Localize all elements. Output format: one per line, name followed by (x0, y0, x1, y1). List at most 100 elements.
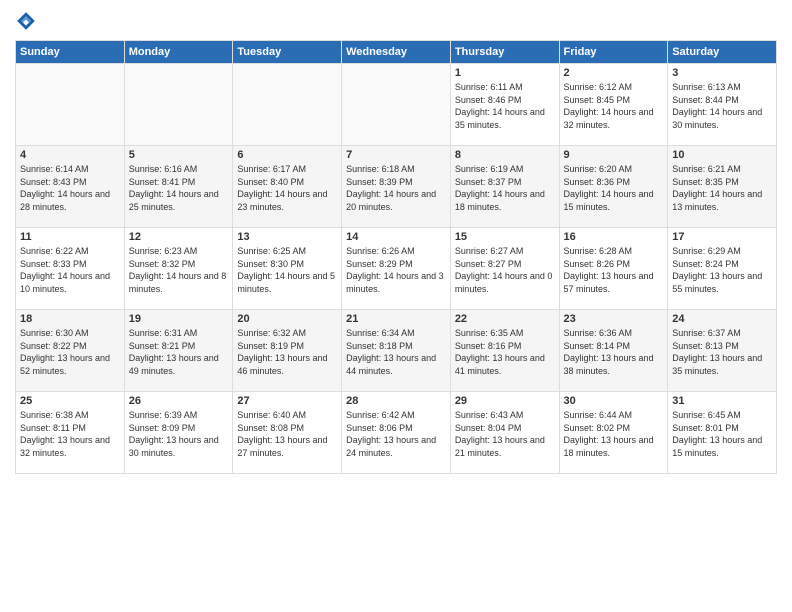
day-number: 1 (455, 67, 555, 79)
calendar-cell: 6 Sunrise: 6:17 AM Sunset: 8:40 PM Daylig… (233, 146, 342, 228)
day-info: Sunrise: 6:21 AM Sunset: 8:35 PM Dayligh… (672, 163, 772, 213)
day-info: Sunrise: 6:19 AM Sunset: 8:37 PM Dayligh… (455, 163, 555, 213)
calendar-cell: 7 Sunrise: 6:18 AM Sunset: 8:39 PM Daylig… (342, 146, 451, 228)
logo-icon (15, 10, 37, 32)
calendar-cell: 26 Sunrise: 6:39 AM Sunset: 8:09 PM Dayli… (124, 392, 233, 474)
day-info: Sunrise: 6:12 AM Sunset: 8:45 PM Dayligh… (564, 81, 664, 131)
day-number: 26 (129, 395, 229, 407)
calendar-table: SundayMondayTuesdayWednesdayThursdayFrid… (15, 40, 777, 474)
day-number: 12 (129, 231, 229, 243)
calendar-cell: 2 Sunrise: 6:12 AM Sunset: 8:45 PM Daylig… (559, 64, 668, 146)
day-info: Sunrise: 6:17 AM Sunset: 8:40 PM Dayligh… (237, 163, 337, 213)
calendar-week-row: 18 Sunrise: 6:30 AM Sunset: 8:22 PM Dayli… (16, 310, 777, 392)
calendar-cell (233, 64, 342, 146)
day-number: 9 (564, 149, 664, 161)
calendar-cell: 29 Sunrise: 6:43 AM Sunset: 8:04 PM Dayli… (450, 392, 559, 474)
day-info: Sunrise: 6:16 AM Sunset: 8:41 PM Dayligh… (129, 163, 229, 213)
calendar-cell: 28 Sunrise: 6:42 AM Sunset: 8:06 PM Dayli… (342, 392, 451, 474)
calendar-day-header: Sunday (16, 41, 125, 64)
day-number: 28 (346, 395, 446, 407)
day-number: 16 (564, 231, 664, 243)
day-number: 3 (672, 67, 772, 79)
day-info: Sunrise: 6:30 AM Sunset: 8:22 PM Dayligh… (20, 327, 120, 377)
day-number: 23 (564, 313, 664, 325)
day-number: 31 (672, 395, 772, 407)
calendar-cell: 17 Sunrise: 6:29 AM Sunset: 8:24 PM Dayli… (668, 228, 777, 310)
calendar-day-header: Monday (124, 41, 233, 64)
day-number: 25 (20, 395, 120, 407)
day-info: Sunrise: 6:13 AM Sunset: 8:44 PM Dayligh… (672, 81, 772, 131)
day-number: 2 (564, 67, 664, 79)
calendar-cell (124, 64, 233, 146)
calendar-header-row: SundayMondayTuesdayWednesdayThursdayFrid… (16, 41, 777, 64)
day-info: Sunrise: 6:26 AM Sunset: 8:29 PM Dayligh… (346, 245, 446, 295)
day-info: Sunrise: 6:39 AM Sunset: 8:09 PM Dayligh… (129, 409, 229, 459)
day-info: Sunrise: 6:35 AM Sunset: 8:16 PM Dayligh… (455, 327, 555, 377)
day-number: 8 (455, 149, 555, 161)
calendar-cell: 3 Sunrise: 6:13 AM Sunset: 8:44 PM Daylig… (668, 64, 777, 146)
calendar-cell (16, 64, 125, 146)
calendar-week-row: 25Sunrise: 6:38 AM Sunset: 8:11 PM Dayli… (16, 392, 777, 474)
calendar-cell: 18 Sunrise: 6:30 AM Sunset: 8:22 PM Dayli… (16, 310, 125, 392)
calendar-cell: 31 Sunrise: 6:45 AM Sunset: 8:01 PM Dayli… (668, 392, 777, 474)
day-info: Sunrise: 6:36 AM Sunset: 8:14 PM Dayligh… (564, 327, 664, 377)
day-number: 14 (346, 231, 446, 243)
day-number: 6 (237, 149, 337, 161)
day-info: Sunrise: 6:37 AM Sunset: 8:13 PM Dayligh… (672, 327, 772, 377)
calendar-cell: 22Sunrise: 6:35 AM Sunset: 8:16 PM Dayli… (450, 310, 559, 392)
day-info: Sunrise: 6:14 AM Sunset: 8:43 PM Dayligh… (20, 163, 120, 213)
day-info: Sunrise: 6:18 AM Sunset: 8:39 PM Dayligh… (346, 163, 446, 213)
calendar-cell: 13Sunrise: 6:25 AM Sunset: 8:30 PM Dayli… (233, 228, 342, 310)
calendar-cell (342, 64, 451, 146)
day-info: Sunrise: 6:22 AM Sunset: 8:33 PM Dayligh… (20, 245, 120, 295)
day-info: Sunrise: 6:23 AM Sunset: 8:32 PM Dayligh… (129, 245, 229, 295)
day-info: Sunrise: 6:42 AM Sunset: 8:06 PM Dayligh… (346, 409, 446, 459)
day-info: Sunrise: 6:27 AM Sunset: 8:27 PM Dayligh… (455, 245, 555, 295)
calendar-cell: 20 Sunrise: 6:32 AM Sunset: 8:19 PM Dayli… (233, 310, 342, 392)
day-number: 7 (346, 149, 446, 161)
logo (15, 10, 41, 32)
calendar-day-header: Friday (559, 41, 668, 64)
page: SundayMondayTuesdayWednesdayThursdayFrid… (0, 0, 792, 612)
day-number: 18 (20, 313, 120, 325)
day-info: Sunrise: 6:32 AM Sunset: 8:19 PM Dayligh… (237, 327, 337, 377)
day-number: 5 (129, 149, 229, 161)
day-number: 24 (672, 313, 772, 325)
calendar-cell: 5 Sunrise: 6:16 AM Sunset: 8:41 PM Daylig… (124, 146, 233, 228)
day-number: 30 (564, 395, 664, 407)
day-number: 20 (237, 313, 337, 325)
day-number: 15 (455, 231, 555, 243)
calendar-cell: 30 Sunrise: 6:44 AM Sunset: 8:02 PM Dayli… (559, 392, 668, 474)
header (15, 10, 777, 32)
calendar-cell: 4Sunrise: 6:14 AM Sunset: 8:43 PM Daylig… (16, 146, 125, 228)
calendar-cell: 27Sunrise: 6:40 AM Sunset: 8:08 PM Dayli… (233, 392, 342, 474)
day-number: 21 (346, 313, 446, 325)
day-info: Sunrise: 6:40 AM Sunset: 8:08 PM Dayligh… (237, 409, 337, 459)
day-info: Sunrise: 6:29 AM Sunset: 8:24 PM Dayligh… (672, 245, 772, 295)
calendar-week-row: 4Sunrise: 6:14 AM Sunset: 8:43 PM Daylig… (16, 146, 777, 228)
calendar-cell: 15 Sunrise: 6:27 AM Sunset: 8:27 PM Dayli… (450, 228, 559, 310)
calendar-cell: 8 Sunrise: 6:19 AM Sunset: 8:37 PM Daylig… (450, 146, 559, 228)
day-info: Sunrise: 6:31 AM Sunset: 8:21 PM Dayligh… (129, 327, 229, 377)
day-info: Sunrise: 6:28 AM Sunset: 8:26 PM Dayligh… (564, 245, 664, 295)
day-info: Sunrise: 6:34 AM Sunset: 8:18 PM Dayligh… (346, 327, 446, 377)
day-info: Sunrise: 6:43 AM Sunset: 8:04 PM Dayligh… (455, 409, 555, 459)
day-number: 11 (20, 231, 120, 243)
day-info: Sunrise: 6:11 AM Sunset: 8:46 PM Dayligh… (455, 81, 555, 131)
day-info: Sunrise: 6:20 AM Sunset: 8:36 PM Dayligh… (564, 163, 664, 213)
day-info: Sunrise: 6:25 AM Sunset: 8:30 PM Dayligh… (237, 245, 337, 295)
day-info: Sunrise: 6:45 AM Sunset: 8:01 PM Dayligh… (672, 409, 772, 459)
day-number: 29 (455, 395, 555, 407)
calendar-cell: 24 Sunrise: 6:37 AM Sunset: 8:13 PM Dayli… (668, 310, 777, 392)
calendar-cell: 1 Sunrise: 6:11 AM Sunset: 8:46 PM Daylig… (450, 64, 559, 146)
calendar-day-header: Tuesday (233, 41, 342, 64)
calendar-cell: 10Sunrise: 6:21 AM Sunset: 8:35 PM Dayli… (668, 146, 777, 228)
calendar-day-header: Thursday (450, 41, 559, 64)
calendar-week-row: 1 Sunrise: 6:11 AM Sunset: 8:46 PM Daylig… (16, 64, 777, 146)
calendar-week-row: 11 Sunrise: 6:22 AM Sunset: 8:33 PM Dayli… (16, 228, 777, 310)
calendar-cell: 14 Sunrise: 6:26 AM Sunset: 8:29 PM Dayli… (342, 228, 451, 310)
day-number: 17 (672, 231, 772, 243)
calendar-cell: 25Sunrise: 6:38 AM Sunset: 8:11 PM Dayli… (16, 392, 125, 474)
calendar-cell: 12 Sunrise: 6:23 AM Sunset: 8:32 PM Dayli… (124, 228, 233, 310)
day-info: Sunrise: 6:44 AM Sunset: 8:02 PM Dayligh… (564, 409, 664, 459)
